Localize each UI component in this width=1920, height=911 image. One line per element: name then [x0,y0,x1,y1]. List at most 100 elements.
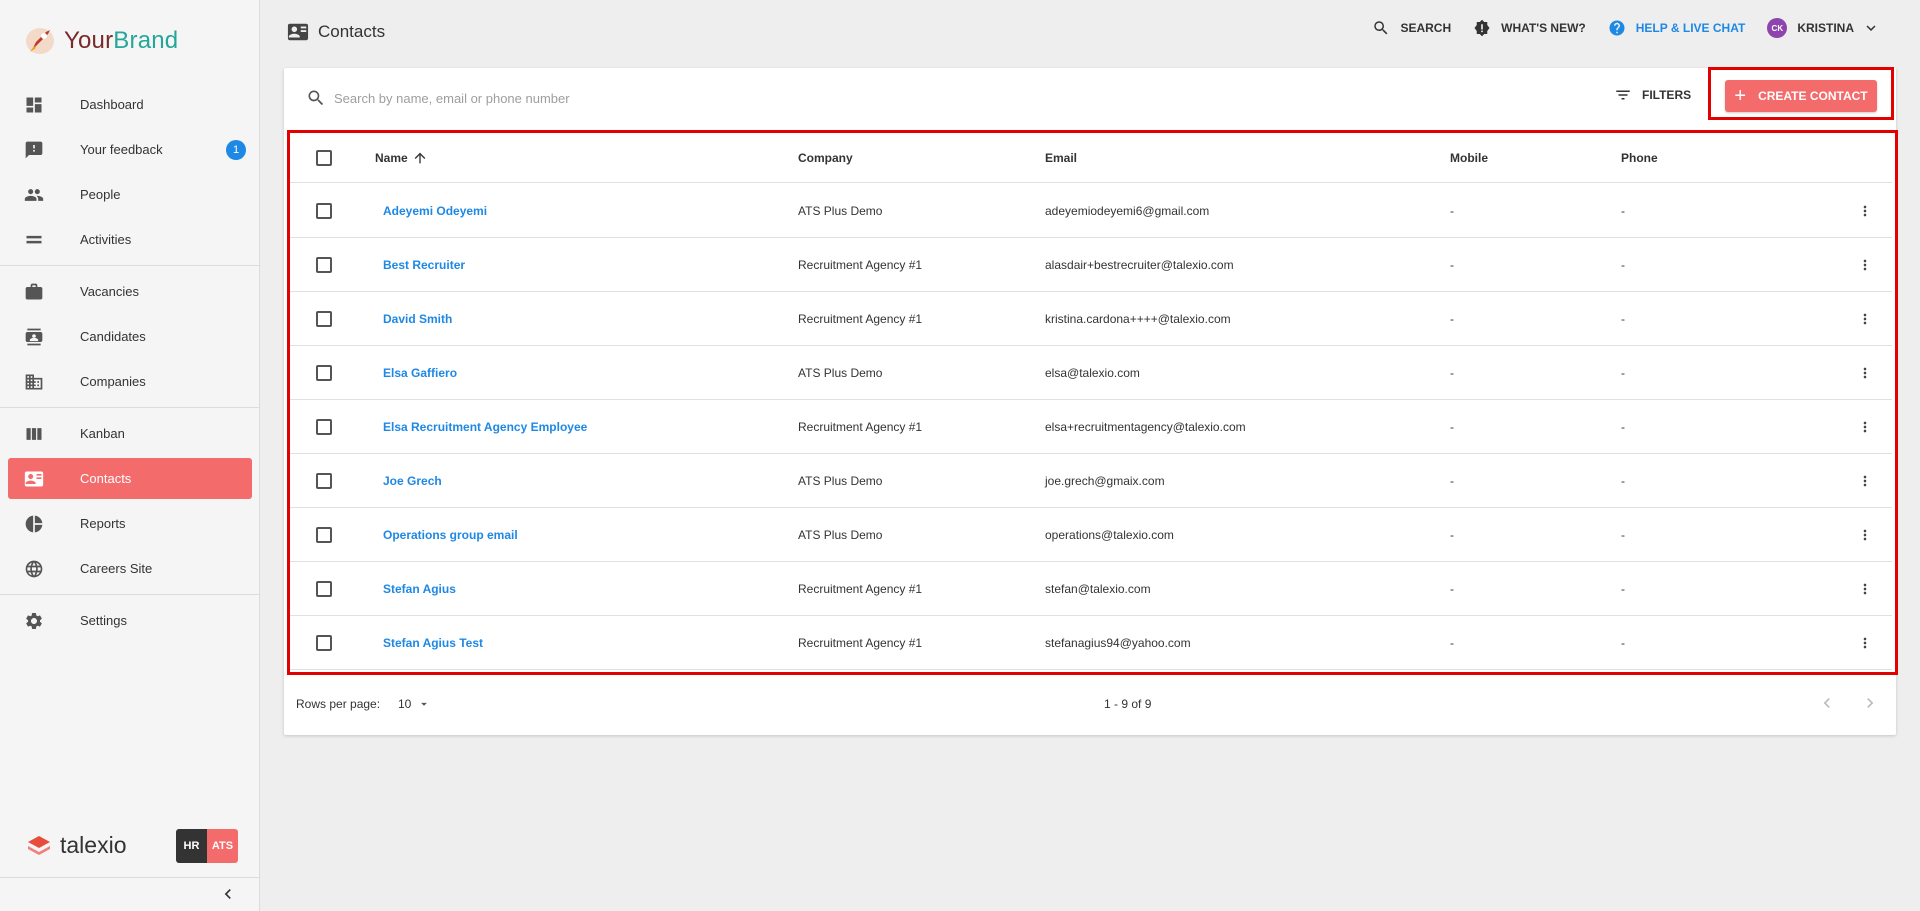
contact-company: ATS Plus Demo [798,365,883,380]
sidebar-item-companies[interactable]: Companies [0,359,260,404]
more-vert-icon[interactable] [1857,257,1873,273]
kanban-icon [24,424,44,444]
more-vert-icon[interactable] [1857,365,1873,381]
more-vert-icon[interactable] [1857,635,1873,651]
contact-email: joe.grech@gmaix.com [1045,473,1165,488]
sidebar-nav: Dashboard Your feedback 1 People Activit… [0,82,260,643]
contact-name-link[interactable]: Joe Grech [383,474,442,488]
row-checkbox[interactable] [316,364,332,381]
switch-ats-button[interactable]: ATS [207,829,238,863]
more-vert-icon[interactable] [1857,419,1873,435]
more-vert-icon[interactable] [1857,527,1873,543]
table-row[interactable]: David Smith Recruitment Agency #1 kristina… [290,292,1892,346]
brand-your: Your [64,27,114,54]
more-vert-icon[interactable] [1857,203,1873,219]
filters-button[interactable]: FILTERS [1614,86,1691,104]
activities-icon [24,230,44,250]
table-row[interactable]: Elsa Gaffiero ATS Plus Demo elsa@talexio.c… [290,346,1892,400]
select-all-checkbox[interactable] [316,149,332,166]
search-input[interactable] [334,86,1234,110]
next-page-icon[interactable] [1860,693,1880,713]
sidebar-item-label: Companies [80,374,146,389]
sidebar-item-label: Candidates [80,329,146,344]
column-header-email[interactable]: Email [1045,133,1077,182]
sidebar-item-label: Contacts [80,471,132,486]
filters-label: FILTERS [1642,88,1692,102]
contact-name-link[interactable]: Best Recruiter [383,258,465,272]
talexio-logo: talexio [26,832,126,859]
column-header-name[interactable]: Name [375,133,428,182]
contact-name-link[interactable]: Operations group email [383,528,518,542]
more-vert-icon[interactable] [1857,581,1873,597]
contact-card-icon [24,469,44,489]
sidebar-item-settings[interactable]: Settings [0,598,260,643]
building-icon [24,372,44,392]
contact-mobile: - [1450,365,1454,380]
top-actions: SEARCH WHAT'S NEW? HELP & LIVE CHAT CK K… [1350,18,1880,38]
table-row[interactable]: Operations group email ATS Plus Demo opera… [290,508,1892,562]
sidebar-item-contacts[interactable]: Contacts [8,458,252,499]
search-button[interactable]: SEARCH [1372,19,1451,37]
previous-page-icon[interactable] [1817,693,1837,713]
table-row[interactable]: Adeyemi Odeyemi ATS Plus Demo adeyemiodeye… [290,184,1892,238]
chevron-left-icon[interactable] [218,884,238,904]
feedback-count-badge: 1 [226,140,246,160]
more-vert-icon[interactable] [1857,311,1873,327]
more-vert-icon[interactable] [1857,473,1873,489]
contact-phone: - [1621,527,1625,542]
contact-name-link[interactable]: Adeyemi Odeyemi [383,204,487,218]
sidebar-item-candidates[interactable]: Candidates [0,314,260,359]
row-checkbox[interactable] [316,418,332,435]
top-bar: Contacts SEARCH WHAT'S NEW? HELP & LIVE … [261,0,1920,64]
contact-phone: - [1621,257,1625,272]
table-row[interactable]: Joe Grech ATS Plus Demo joe.grech@gmaix.co… [290,454,1892,508]
column-header-phone[interactable]: Phone [1621,133,1658,182]
contact-name-link[interactable]: David Smith [383,312,452,326]
sidebar-item-activities[interactable]: Activities [0,217,260,262]
sidebar-item-reports[interactable]: Reports [0,501,260,546]
help-icon [1609,20,1625,36]
row-checkbox[interactable] [316,256,332,273]
feedback-icon [24,140,44,160]
row-checkbox[interactable] [316,580,332,597]
contact-mobile: - [1450,527,1454,542]
row-checkbox[interactable] [316,202,332,219]
contact-phone: - [1621,203,1625,218]
sidebar-item-vacancies[interactable]: Vacancies [0,269,260,314]
talexio-logo-icon [28,835,50,855]
contact-name-link[interactable]: Elsa Gaffiero [383,366,457,380]
help-live-chat-button[interactable]: HELP & LIVE CHAT [1608,19,1745,37]
row-checkbox[interactable] [316,472,332,489]
sidebar-item-dashboard[interactable]: Dashboard [0,82,260,127]
sidebar-item-kanban[interactable]: Kanban [0,411,260,456]
table-row[interactable]: Stefan Agius Recruitment Agency #1 stefan@… [290,562,1892,616]
column-header-mobile[interactable]: Mobile [1450,133,1488,182]
globe-icon [24,559,44,579]
table-row[interactable]: Elsa Recruitment Agency Employee Recruitm… [290,400,1892,454]
contact-name-link[interactable]: Elsa Recruitment Agency Employee [383,420,587,434]
contact-phone: - [1621,365,1625,380]
contact-name-link[interactable]: Stefan Agius Test [383,636,483,650]
sidebar-item-careers-site[interactable]: Careers Site [0,546,260,591]
search-toolbar: FILTERS + CREATE CONTACT [284,67,1896,128]
whats-new-button[interactable]: WHAT'S NEW? [1473,19,1586,37]
user-menu[interactable]: CK KRISTINA [1767,18,1880,38]
table-row[interactable]: Stefan Agius Test Recruitment Agency #1 st… [290,616,1892,670]
create-contact-button[interactable]: + CREATE CONTACT [1725,80,1877,112]
table-row[interactable]: Best Recruiter Recruitment Agency #1 alasd… [290,238,1892,292]
row-checkbox[interactable] [316,526,332,543]
row-checkbox[interactable] [316,634,332,651]
contact-name-link[interactable]: Stefan Agius [383,582,456,596]
contact-email: stefan@talexio.com [1045,581,1151,596]
rows-per-page-select[interactable]: 10 [398,697,431,711]
switch-hr-button[interactable]: HR [176,829,207,863]
sidebar-item-your-feedback[interactable]: Your feedback 1 [0,127,260,172]
contact-mobile: - [1450,419,1454,434]
row-checkbox[interactable] [316,310,332,327]
brand-logo[interactable]: YourBrand [22,24,178,58]
column-header-company[interactable]: Company [798,133,853,182]
chevron-down-icon [1866,25,1876,31]
contact-email: adeyemiodeyemi6@gmail.com [1045,203,1210,218]
sidebar-item-people[interactable]: People [0,172,260,217]
people-icon [24,185,44,205]
